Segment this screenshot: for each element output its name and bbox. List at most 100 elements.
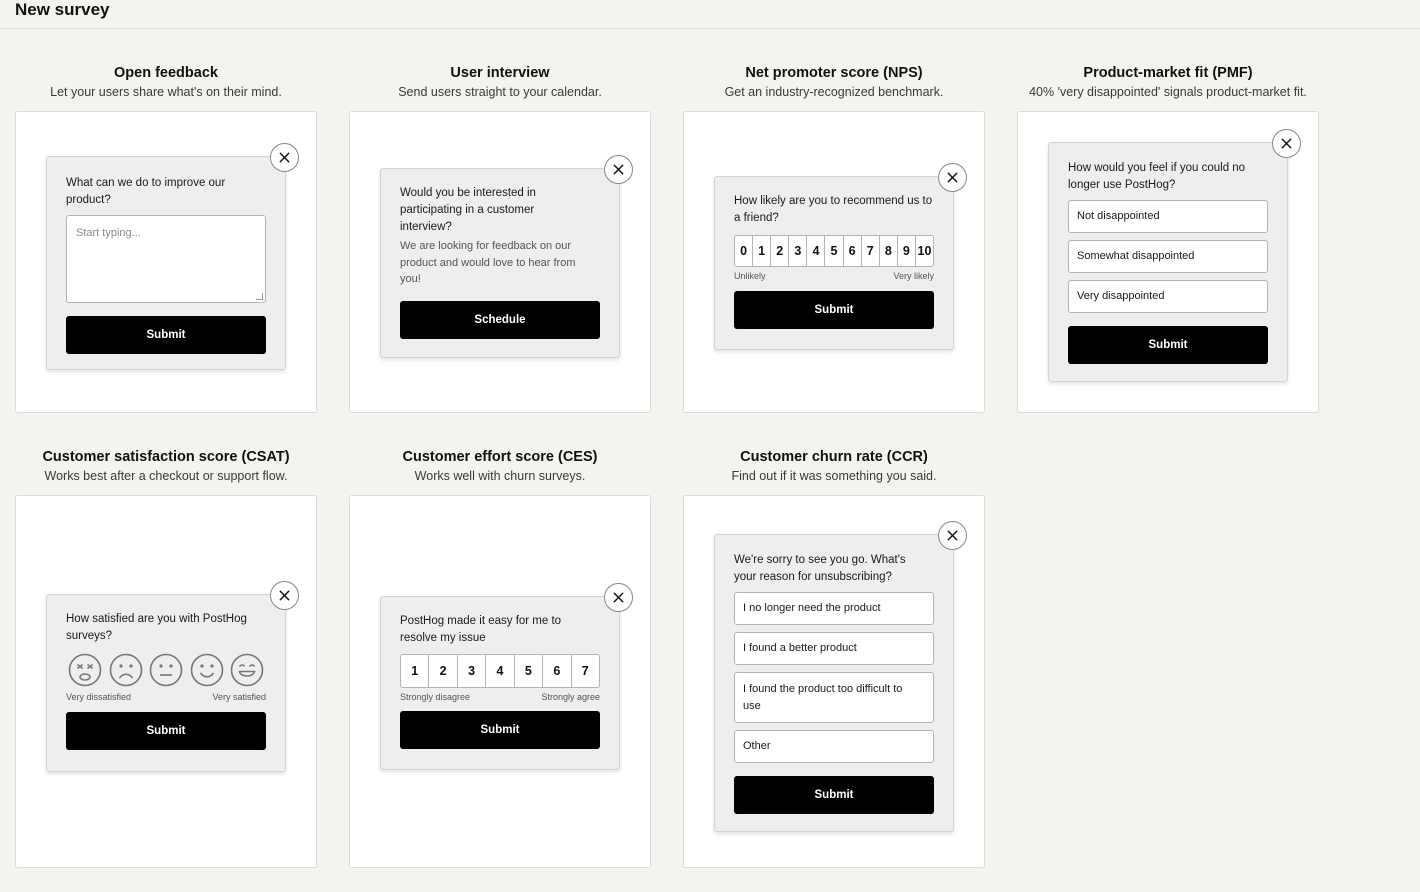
rating-option[interactable]: 4 — [806, 236, 824, 266]
template-title: User interview — [450, 65, 550, 81]
template-title: Open feedback — [114, 65, 218, 81]
rating-option[interactable]: 3 — [456, 655, 485, 687]
close-icon — [947, 172, 958, 183]
rating-option[interactable]: 5 — [824, 236, 842, 266]
neutral-face-icon[interactable] — [149, 653, 183, 687]
close-button[interactable] — [604, 583, 633, 612]
template-description: Works best after a checkout or support f… — [44, 469, 288, 483]
top-bar: New survey — [0, 0, 1420, 29]
rating-option[interactable]: 2 — [770, 236, 788, 266]
close-icon — [1281, 138, 1292, 149]
ces-rating-scale: 1 2 3 4 5 6 7 — [400, 654, 600, 688]
rating-option[interactable]: 4 — [485, 655, 513, 687]
scale-high-label: Very satisfied — [212, 692, 266, 702]
template-card-pmf[interactable]: How would you feel if you could no longe… — [1017, 111, 1319, 413]
submit-button[interactable]: Submit — [66, 316, 266, 354]
close-button[interactable] — [604, 155, 633, 184]
rating-option[interactable]: 1 — [401, 655, 428, 687]
choice-option[interactable]: I no longer need the product — [734, 592, 934, 625]
submit-button[interactable]: Submit — [1068, 326, 1268, 364]
survey-preview: What can we do to improve our product? S… — [46, 143, 299, 370]
survey-question: We're sorry to see you go. What's your r… — [734, 554, 906, 583]
choice-option[interactable]: Very disappointed — [1068, 280, 1268, 313]
rating-option[interactable]: 9 — [896, 236, 915, 266]
rating-option[interactable]: 1 — [752, 236, 770, 266]
template-card-csat[interactable]: How satisfied are you with PostHog surve… — [15, 495, 317, 868]
rating-option[interactable]: 6 — [542, 655, 570, 687]
template-card-nps[interactable]: How likely are you to recommend us to a … — [683, 111, 985, 413]
choice-option[interactable]: Somewhat disappointed — [1068, 240, 1268, 273]
emoji-rating-scale — [66, 653, 266, 687]
page-title: New survey — [15, 0, 110, 19]
survey-question: PostHog made it easy for me to resolve m… — [400, 615, 562, 644]
survey-preview: We're sorry to see you go. What's your r… — [714, 521, 967, 832]
template-title: Customer churn rate (CCR) — [740, 449, 928, 465]
rating-option[interactable]: 7 — [860, 236, 879, 266]
submit-button[interactable]: Submit — [66, 712, 266, 750]
close-button[interactable] — [270, 143, 299, 172]
template-description: Works well with churn surveys. — [414, 469, 586, 483]
template-title: Customer effort score (CES) — [402, 449, 598, 465]
scale-low-label: Unlikely — [734, 271, 766, 281]
close-icon — [613, 592, 624, 603]
template-card-ces[interactable]: PostHog made it easy for me to resolve m… — [349, 495, 651, 868]
satisfied-face-icon[interactable] — [190, 653, 224, 687]
submit-button[interactable]: Submit — [734, 291, 934, 329]
survey-question: How likely are you to recommend us to a … — [734, 195, 933, 224]
rating-option[interactable]: 6 — [842, 236, 861, 266]
template-title: Customer satisfaction score (CSAT) — [42, 449, 290, 465]
rating-option[interactable]: 10 — [914, 236, 933, 266]
dissatisfied-face-icon[interactable] — [109, 653, 143, 687]
close-icon — [279, 590, 290, 601]
template-card-open-feedback[interactable]: What can we do to improve our product? S… — [15, 111, 317, 413]
survey-preview: Would you be interested in participating… — [380, 155, 633, 358]
scale-labels: Strongly disagree Strongly agree — [400, 692, 600, 702]
rating-option[interactable]: 0 — [735, 236, 752, 266]
close-button[interactable] — [938, 163, 967, 192]
survey-question: How would you feel if you could no longe… — [1068, 162, 1246, 191]
nps-rating-scale: 0 1 2 3 4 5 6 7 8 9 10 — [734, 235, 934, 267]
very-satisfied-face-icon[interactable] — [230, 653, 264, 687]
choice-option[interactable]: I found a better product — [734, 632, 934, 665]
survey-question: Would you be interested in participating… — [400, 187, 536, 233]
feedback-textarea[interactable]: Start typing... — [66, 215, 266, 303]
close-button[interactable] — [1272, 129, 1301, 158]
template-card-user-interview[interactable]: Would you be interested in participating… — [349, 111, 651, 413]
very-dissatisfied-face-icon[interactable] — [68, 653, 102, 687]
survey-question-description: We are looking for feedback on our produ… — [400, 240, 576, 285]
scale-labels: Unlikely Very likely — [734, 271, 934, 281]
rating-option[interactable]: 3 — [788, 236, 806, 266]
schedule-button[interactable]: Schedule — [400, 300, 600, 339]
close-button[interactable] — [938, 521, 967, 550]
scale-low-label: Strongly disagree — [400, 692, 471, 702]
scale-high-label: Strongly agree — [541, 692, 600, 702]
choice-option[interactable]: Other — [734, 730, 934, 763]
scale-high-label: Very likely — [893, 271, 934, 281]
choice-option[interactable]: Not disappointed — [1068, 200, 1268, 233]
template-description: Get an industry-recognized benchmark. — [724, 85, 944, 99]
survey-preview: PostHog made it easy for me to resolve m… — [380, 583, 633, 770]
submit-button[interactable]: Submit — [734, 776, 934, 814]
survey-preview: How satisfied are you with PostHog surve… — [46, 581, 299, 772]
close-button[interactable] — [270, 581, 299, 610]
template-description: 40% 'very disappointed' signals product-… — [1029, 85, 1307, 99]
scale-labels: Very dissatisfied Very satisfied — [66, 692, 266, 702]
submit-button[interactable]: Submit — [400, 711, 600, 749]
survey-preview: How likely are you to recommend us to a … — [714, 163, 967, 350]
template-description: Let your users share what's on their min… — [50, 85, 282, 99]
template-card-ccr[interactable]: We're sorry to see you go. What's your r… — [683, 495, 985, 868]
choice-option[interactable]: I found the product too difficult to use — [734, 672, 934, 723]
survey-preview: How would you feel if you could no longe… — [1048, 129, 1301, 382]
close-icon — [947, 530, 958, 541]
rating-option[interactable]: 8 — [878, 236, 897, 266]
template-title: Product-market fit (PMF) — [1083, 65, 1253, 81]
rating-option[interactable]: 5 — [513, 655, 542, 687]
template-description: Send users straight to your calendar. — [398, 85, 602, 99]
template-title: Net promoter score (NPS) — [745, 65, 923, 81]
rating-option[interactable]: 2 — [428, 655, 456, 687]
scale-low-label: Very dissatisfied — [66, 692, 132, 702]
rating-option[interactable]: 7 — [570, 655, 599, 687]
close-icon — [613, 164, 624, 175]
close-icon — [279, 152, 290, 163]
survey-question: How satisfied are you with PostHog surve… — [66, 613, 247, 642]
